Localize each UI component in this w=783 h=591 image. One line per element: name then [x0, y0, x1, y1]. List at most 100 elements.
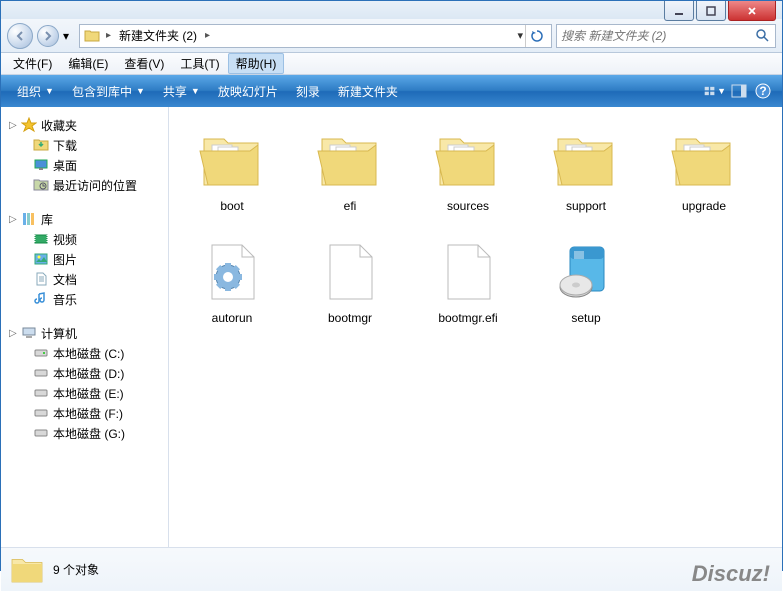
file-item-upgrade[interactable]: upgrade — [649, 121, 759, 229]
search-input[interactable] — [561, 29, 755, 43]
search-icon[interactable] — [755, 28, 771, 44]
sidebar-documents[interactable]: 文档 — [1, 269, 168, 289]
share-button[interactable]: 共享▼ — [155, 79, 208, 104]
menu-help[interactable]: 帮助(H) — [228, 53, 285, 74]
menu-file[interactable]: 文件(F) — [5, 53, 60, 74]
tree-libraries: ▷ 库 视频 图片 文档 音乐 — [1, 209, 168, 309]
nav-bar: ▾ ▸ 新建文件夹 (2) ▸ ▾ — [1, 19, 782, 53]
folder-icon — [9, 552, 45, 588]
sidebar-desktop[interactable]: 桌面 — [1, 155, 168, 175]
config-icon — [197, 237, 267, 309]
file-list[interactable]: boot efi sources support upgrade autorun… — [169, 107, 782, 547]
folder-open-icon — [433, 125, 503, 197]
tree-favorites: ▷ 收藏夹 下载 桌面 最近访问的位置 — [1, 115, 168, 195]
collapse-icon[interactable]: ▷ — [9, 214, 21, 225]
explorer-body: ▷ 收藏夹 下载 桌面 最近访问的位置 ▷ 库 视频 图片 文档 音乐 ▷ 计算… — [1, 107, 782, 547]
file-label: setup — [571, 309, 600, 325]
svg-text:?: ? — [759, 84, 766, 98]
include-button[interactable]: 包含到库中▼ — [64, 79, 153, 104]
forward-button[interactable] — [37, 25, 59, 47]
folder-open-icon — [669, 125, 739, 197]
close-button[interactable] — [728, 1, 776, 21]
recent-icon — [33, 177, 49, 193]
breadcrumb[interactable]: ▸ 新建文件夹 (2) ▸ ▾ — [79, 24, 552, 48]
computer-icon — [21, 325, 37, 341]
search-box[interactable] — [556, 24, 776, 48]
file-label: support — [566, 197, 606, 213]
libraries-root[interactable]: ▷ 库 — [1, 209, 168, 229]
sidebar-music[interactable]: 音乐 — [1, 289, 168, 309]
minimize-button[interactable] — [664, 1, 694, 21]
file-label: efi — [344, 197, 357, 213]
installer-icon — [551, 237, 621, 309]
file-label: bootmgr — [328, 309, 372, 325]
sidebar-videos[interactable]: 视频 — [1, 229, 168, 249]
pictures-icon — [33, 251, 49, 267]
nav-history-dropdown[interactable]: ▾ — [63, 29, 75, 43]
folder-icon — [84, 28, 100, 44]
drive-icon — [33, 385, 49, 401]
preview-pane-button[interactable] — [728, 80, 750, 102]
sidebar-downloads[interactable]: 下载 — [1, 135, 168, 155]
sidebar-drive-f[interactable]: 本地磁盘 (F:) — [1, 403, 168, 423]
status-count: 9 个对象 — [53, 561, 99, 578]
navigation-pane: ▷ 收藏夹 下载 桌面 最近访问的位置 ▷ 库 视频 图片 文档 音乐 ▷ 计算… — [1, 107, 169, 547]
music-icon — [33, 291, 49, 307]
sidebar-drive-g[interactable]: 本地磁盘 (G:) — [1, 423, 168, 443]
view-options-button[interactable]: ▼ — [704, 80, 726, 102]
file-item-bootmgr[interactable]: bootmgr — [295, 233, 405, 341]
file-label: sources — [447, 197, 489, 213]
sidebar-pictures[interactable]: 图片 — [1, 249, 168, 269]
breadcrumb-dropdown-icon[interactable]: ▾ — [515, 29, 525, 42]
breadcrumb-segment[interactable]: 新建文件夹 (2) — [113, 25, 203, 47]
organize-button[interactable]: 组织▼ — [9, 79, 62, 104]
sidebar-drive-c[interactable]: 本地磁盘 (C:) — [1, 343, 168, 363]
tree-computer: ▷ 计算机 本地磁盘 (C:) 本地磁盘 (D:) 本地磁盘 (E:) 本地磁盘… — [1, 323, 168, 443]
menu-edit[interactable]: 编辑(E) — [60, 53, 116, 74]
sidebar-recent[interactable]: 最近访问的位置 — [1, 175, 168, 195]
file-label: boot — [220, 197, 243, 213]
file-item-sources[interactable]: sources — [413, 121, 523, 229]
collapse-icon[interactable]: ▷ — [9, 328, 21, 339]
file-icon — [315, 237, 385, 309]
help-button[interactable]: ? — [752, 80, 774, 102]
file-item-bootmgr.efi[interactable]: bootmgr.efi — [413, 233, 523, 341]
file-item-support[interactable]: support — [531, 121, 641, 229]
file-label: autorun — [212, 309, 253, 325]
watermark: Discuz! — [692, 561, 770, 587]
computer-root[interactable]: ▷ 计算机 — [1, 323, 168, 343]
file-item-setup[interactable]: setup — [531, 233, 641, 341]
menu-bar: 文件(F) 编辑(E) 查看(V) 工具(T) 帮助(H) — [1, 53, 782, 75]
file-label: bootmgr.efi — [438, 309, 497, 325]
desktop-icon — [33, 157, 49, 173]
drive-icon — [33, 345, 49, 361]
menu-view[interactable]: 查看(V) — [116, 53, 172, 74]
drive-icon — [33, 405, 49, 421]
documents-icon — [33, 271, 49, 287]
menu-tools[interactable]: 工具(T) — [172, 53, 227, 74]
file-item-efi[interactable]: efi — [295, 121, 405, 229]
library-icon — [21, 211, 37, 227]
maximize-button[interactable] — [696, 1, 726, 21]
chevron-right-icon: ▸ — [203, 30, 212, 41]
drive-icon — [33, 365, 49, 381]
back-button[interactable] — [7, 23, 33, 49]
refresh-button[interactable] — [525, 25, 547, 47]
title-bar — [1, 1, 782, 19]
video-icon — [33, 231, 49, 247]
slideshow-button[interactable]: 放映幻灯片 — [210, 79, 286, 104]
file-label: upgrade — [682, 197, 726, 213]
window-controls — [664, 1, 776, 21]
toolbar: 组织▼ 包含到库中▼ 共享▼ 放映幻灯片 刻录 新建文件夹 ▼ ? — [1, 75, 782, 107]
star-icon — [21, 117, 37, 133]
folder-open-icon — [551, 125, 621, 197]
collapse-icon[interactable]: ▷ — [9, 120, 21, 131]
chevron-right-icon: ▸ — [104, 30, 113, 41]
sidebar-drive-d[interactable]: 本地磁盘 (D:) — [1, 363, 168, 383]
sidebar-drive-e[interactable]: 本地磁盘 (E:) — [1, 383, 168, 403]
file-item-boot[interactable]: boot — [177, 121, 287, 229]
newfolder-button[interactable]: 新建文件夹 — [330, 79, 406, 104]
favorites-root[interactable]: ▷ 收藏夹 — [1, 115, 168, 135]
file-item-autorun[interactable]: autorun — [177, 233, 287, 341]
burn-button[interactable]: 刻录 — [288, 79, 328, 104]
